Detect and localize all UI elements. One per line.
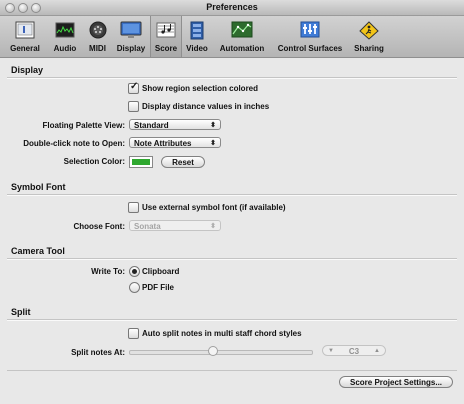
- tab-video[interactable]: Video: [182, 16, 212, 57]
- double-click-open-label: Double-click note to Open:: [23, 139, 125, 148]
- preferences-window: Preferences General Audio MIDI Display S…: [0, 0, 464, 404]
- general-icon: [15, 21, 35, 39]
- tab-score[interactable]: Score: [150, 16, 182, 57]
- display-distance-inches-checkbox[interactable]: [128, 101, 139, 112]
- popup-arrows-icon: ⬍: [210, 223, 216, 230]
- write-to-pdf-label: PDF File: [142, 283, 175, 292]
- write-to-clipboard-radio[interactable]: [129, 266, 140, 277]
- camera-tool-section-header: Camera Tool: [11, 246, 65, 256]
- tab-midi-label: MIDI: [89, 44, 106, 53]
- score-project-settings-button[interactable]: Score Project Settings...: [339, 376, 453, 388]
- tab-audio[interactable]: Audio: [49, 16, 81, 57]
- tab-score-label: Score: [154, 44, 178, 53]
- auto-split-notes-label: Auto split notes in multi staff chord st…: [142, 329, 302, 338]
- double-click-open-popup[interactable]: Note Attributes ⬍: [129, 137, 221, 148]
- audio-icon: [55, 22, 75, 38]
- control-surfaces-icon: [300, 21, 320, 38]
- display-icon: [120, 21, 142, 38]
- midi-icon: [89, 21, 106, 39]
- double-click-open-value: Note Attributes: [134, 139, 192, 148]
- section-divider-highlight: [7, 259, 457, 260]
- split-notes-at-label: Split notes At:: [71, 348, 125, 357]
- tab-control-surfaces-label: Control Surfaces: [277, 44, 343, 53]
- write-to-clipboard-label: Clipboard: [142, 267, 180, 276]
- preferences-toolbar: General Audio MIDI Display Score Video A…: [0, 16, 464, 58]
- section-divider-highlight: [7, 195, 457, 196]
- floating-palette-popup[interactable]: Standard ⬍: [129, 119, 221, 130]
- tab-general[interactable]: General: [4, 16, 46, 57]
- automation-icon: [231, 21, 253, 38]
- selection-color-label: Selection Color:: [63, 157, 125, 166]
- display-section-header: Display: [11, 65, 44, 75]
- title-bar: Preferences: [0, 0, 464, 16]
- choose-font-value: Sonata: [134, 222, 161, 231]
- symbol-font-section-header: Symbol Font: [11, 182, 66, 192]
- display-distance-inches-label: Display distance values in inches: [142, 102, 270, 111]
- tab-video-label: Video: [186, 44, 208, 53]
- split-point-slider[interactable]: [129, 350, 313, 355]
- write-to-pdf-radio[interactable]: [129, 282, 140, 293]
- window-title: Preferences: [206, 2, 258, 12]
- footer-divider: [7, 370, 457, 371]
- tab-midi[interactable]: MIDI: [84, 16, 111, 57]
- increment-arrow-icon[interactable]: ▲: [374, 346, 380, 357]
- section-divider-highlight: [7, 320, 457, 321]
- tab-display[interactable]: Display: [114, 16, 148, 57]
- reset-color-button[interactable]: Reset: [161, 156, 205, 168]
- choose-font-label: Choose Font:: [73, 222, 125, 231]
- tab-display-label: Display: [116, 44, 146, 53]
- popup-arrows-icon: ⬍: [210, 122, 216, 129]
- use-external-symbol-font-label: Use external symbol font (if available): [142, 203, 286, 212]
- selection-color-swatch[interactable]: [129, 156, 153, 168]
- score-icon: [156, 22, 176, 38]
- tab-sharing[interactable]: Sharing: [350, 16, 388, 57]
- choose-font-popup[interactable]: Sonata ⬍: [129, 220, 221, 231]
- show-region-selection-checkbox[interactable]: [128, 81, 139, 94]
- popup-arrows-icon: ⬍: [210, 140, 216, 147]
- auto-split-notes-checkbox[interactable]: [128, 328, 139, 339]
- split-point-slider-knob[interactable]: [207, 346, 218, 356]
- selection-color-fill: [132, 159, 150, 165]
- floating-palette-label: Floating Palette View:: [42, 121, 125, 130]
- tab-general-label: General: [10, 44, 40, 53]
- use-external-symbol-font-checkbox[interactable]: [128, 202, 139, 213]
- score-preferences-pane: Display Show region selection colored Di…: [7, 60, 457, 399]
- video-icon: [190, 21, 204, 40]
- split-section-header: Split: [11, 307, 31, 317]
- section-divider-highlight: [7, 78, 457, 79]
- tab-sharing-label: Sharing: [354, 44, 384, 53]
- tab-automation-label: Automation: [219, 44, 265, 53]
- write-to-label: Write To:: [91, 267, 125, 276]
- split-point-value-field[interactable]: ▼ C3 ▲: [322, 345, 386, 356]
- tab-audio-label: Audio: [53, 44, 77, 53]
- floating-palette-value: Standard: [134, 121, 169, 130]
- show-region-selection-label: Show region selection colored: [142, 84, 259, 93]
- sharing-icon: [359, 21, 379, 40]
- tab-control-surfaces[interactable]: Control Surfaces: [272, 16, 348, 57]
- tab-automation[interactable]: Automation: [214, 16, 270, 57]
